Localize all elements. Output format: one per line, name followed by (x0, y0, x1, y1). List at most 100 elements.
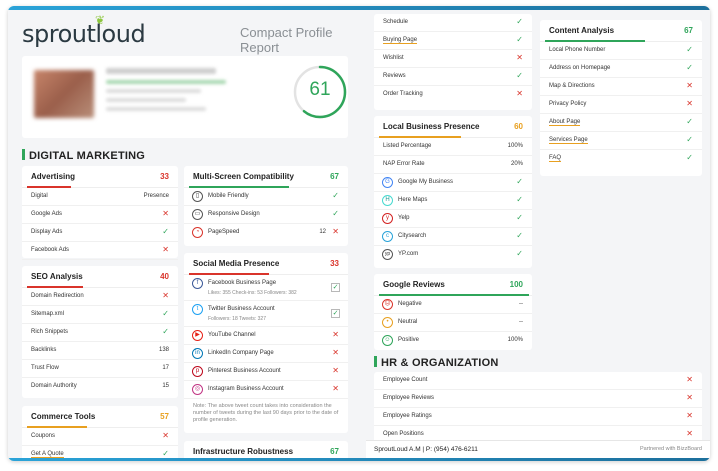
commerce-card: Commerce Tools 57 Coupons ✕ Get A Quote ✓ (22, 406, 178, 461)
report-title: Compact Profile Report (240, 25, 333, 55)
hr-card: Employee Count ✕ Employee Reviews ✕ Employ… (374, 372, 702, 444)
blurred-link (106, 80, 226, 84)
list-item: f Facebook Business Page Likes: 355 Chec… (184, 275, 348, 301)
youtube-icon: ▶ (192, 330, 203, 341)
brand-logo-text: sproutloud (22, 20, 146, 48)
here-maps-icon: H (382, 195, 393, 206)
advertising-card: Advertising 33 Digital Presence Google A… (22, 166, 178, 260)
list-item: ▭ Responsive Design ✓ (184, 206, 348, 224)
pinterest-icon: p (192, 366, 203, 377)
list-item: Domain Redirection ✕ (22, 288, 178, 306)
list-item: Rich Snippets ✓ (22, 324, 178, 342)
website-features-card: Schedule ✓ Buying Page ✓ Wishlist ✕ Reviews… (374, 14, 532, 110)
seo-title: SEO Analysis (31, 272, 83, 281)
left-page: sproutloud ❦ Compact Profile Report 61 D… (8, 10, 358, 461)
right-page: Schedule ✓ Buying Page ✓ Wishlist ✕ Reviews… (366, 10, 710, 458)
blurred-name (106, 68, 216, 74)
social-title: Social Media Presence (193, 259, 280, 268)
neutral-face-icon: • (382, 317, 393, 328)
multiscreen-title: Multi-Screen Compatibility (193, 172, 294, 181)
content-title: Content Analysis (549, 26, 615, 35)
list-item: Address on Homepage ✓ (540, 60, 702, 78)
list-item: Display Ads ✓ (22, 224, 178, 242)
twitter-check: ✓ (331, 309, 340, 318)
list-item: Coupons ✕ (22, 428, 178, 446)
list-item: ◔ PageSpeed 12 ✕ (184, 224, 348, 242)
list-item: p Pinterest Business Account ✕ (184, 363, 348, 381)
profile-card: 61 (22, 56, 348, 138)
list-item: Domain Authority 15 (31, 383, 169, 389)
list-item: About Page ✓ (540, 114, 702, 132)
business-photo (34, 70, 94, 118)
linkedin-icon: in (192, 348, 203, 359)
list-item: ◎ Instagram Business Account ✕ (184, 381, 348, 399)
list-item: Privacy Policy ✕ (540, 96, 702, 114)
yelp-icon: y (382, 213, 393, 224)
google-my-business-icon: G (382, 177, 393, 188)
sad-face-icon: ☹ (382, 299, 393, 310)
list-item: Schedule ✓ (374, 14, 532, 32)
twitter-icon: t (192, 304, 203, 315)
seo-score: 40 (160, 272, 169, 281)
overall-score: 61 (309, 79, 331, 100)
blurred-phone (106, 98, 186, 102)
list-item: Buying Page ✓ (374, 32, 532, 50)
list-item: • Neutral -- (374, 314, 532, 332)
citysearch-icon: c (382, 231, 393, 242)
advertising-title: Advertising (31, 172, 76, 181)
local-score: 60 (514, 122, 523, 131)
list-item: Services Page ✓ (540, 132, 702, 150)
speedometer-icon: ◔ (192, 227, 203, 238)
report-page: sproutloud ❦ Compact Profile Report 61 D… (8, 6, 710, 461)
local-title: Local Business Presence (383, 122, 480, 131)
list-item: Sitemap.xml ✓ (22, 306, 178, 324)
responsive-icon: ▭ (192, 209, 203, 220)
list-item: Wishlist ✕ (374, 50, 532, 68)
multiscreen-card: Multi-Screen Compatibility 67 ▯ Mobile Fr… (184, 166, 348, 246)
facebook-icon: f (192, 278, 203, 289)
instagram-icon: ◎ (192, 384, 203, 395)
leaf-icon: ❦ (95, 13, 105, 27)
list-item: Employee Count ✕ (374, 372, 702, 390)
content-score: 67 (684, 26, 693, 35)
local-business-card: Local Business Presence 60 Listed Percen… (374, 116, 532, 268)
google-reviews-card: Google Reviews 100 ☹ Negative -- • Neutral -… (374, 274, 532, 350)
advertising-score: 33 (160, 172, 169, 181)
mobile-icon: ▯ (192, 191, 203, 202)
list-item: Order Tracking ✕ (383, 89, 523, 98)
list-item: G Google My Business ✓ (374, 174, 532, 192)
list-item: Local Phone Number ✓ (540, 42, 702, 60)
multiscreen-score: 67 (330, 172, 339, 181)
list-item: Google Ads ✕ (22, 206, 178, 224)
list-item: ☺ Positive 100% (374, 332, 532, 350)
list-item: Employee Ratings ✕ (374, 408, 702, 426)
table-row: Digital Presence (22, 188, 178, 206)
list-item: yp YP.com ✓ (374, 246, 532, 264)
section-hr-organization: HR & ORGANIZATION (374, 356, 498, 369)
list-item: NAP Error Rate 20% (374, 156, 532, 174)
blurred-detail (106, 107, 206, 111)
list-item: Employee Reviews ✕ (374, 390, 702, 408)
list-item: c Citysearch ✓ (374, 228, 532, 246)
list-item: y Yelp ✓ (374, 210, 532, 228)
section-digital-marketing: DIGITAL MARKETING (22, 149, 145, 162)
bottom-accent-bar (8, 458, 710, 461)
brand-logo: sproutloud ❦ (22, 13, 146, 48)
commerce-score: 57 (160, 412, 169, 421)
page-footer: SproutLoud A.M | P: (954) 476-6211 Partn… (366, 440, 710, 458)
reviews-title: Google Reviews (383, 280, 445, 289)
infra-title: Infrastructure Robustness (193, 447, 294, 456)
list-item: H Here Maps ✓ (374, 192, 532, 210)
list-item: in LinkedIn Company Page ✕ (184, 345, 348, 363)
list-item: Map & Directions ✕ (540, 78, 702, 96)
list-item: Reviews ✓ (374, 68, 532, 86)
list-item: ☹ Negative -- (374, 296, 532, 314)
blurred-address (106, 89, 201, 93)
footer-contact: SproutLoud A.M | P: (954) 476-6211 (374, 446, 478, 453)
list-item: ▶ YouTube Channel ✕ (184, 327, 348, 345)
list-item: t Twitter Business Account Followers: 18… (184, 301, 348, 327)
yp-icon: yp (382, 249, 393, 260)
commerce-title: Commerce Tools (31, 412, 96, 421)
list-item: Listed Percentage 100% (374, 138, 532, 156)
list-item: Trust Flow 17 (22, 360, 178, 378)
